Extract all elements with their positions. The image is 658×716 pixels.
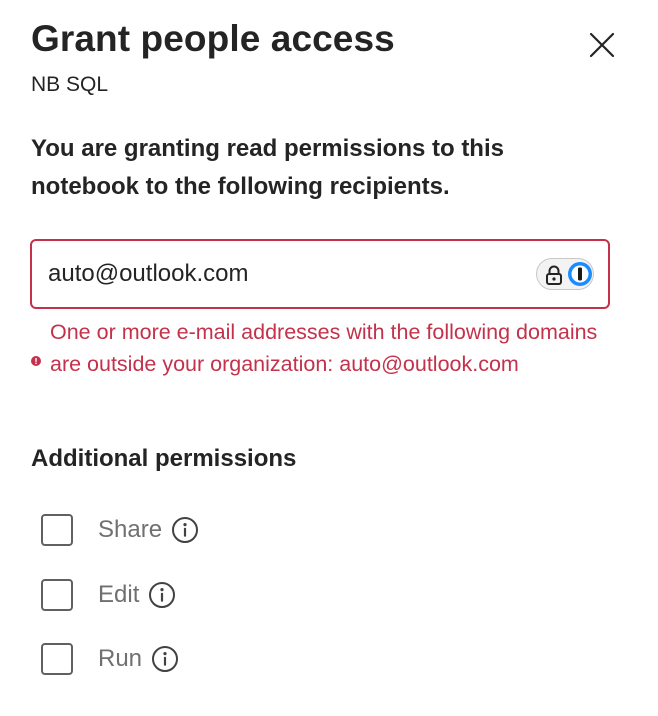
info-icon[interactable] (171, 516, 199, 544)
password-manager-button[interactable] (536, 258, 594, 290)
permission-edit[interactable]: Edit (41, 578, 176, 612)
panel-title: Grant people access (31, 18, 395, 59)
info-icon[interactable] (148, 581, 176, 609)
info-icon[interactable] (151, 645, 179, 673)
recipients-field[interactable] (30, 239, 610, 309)
edit-label: Edit (98, 581, 140, 608)
close-button[interactable] (582, 25, 622, 65)
error-dot-icon (31, 356, 41, 366)
1password-icon (568, 262, 592, 286)
recipients-input[interactable] (48, 255, 518, 293)
lock-icon (546, 265, 562, 285)
permission-share[interactable]: Share (41, 513, 199, 547)
error-message: One or more e-mail addresses with the fo… (50, 320, 598, 376)
panel-subtitle: NB SQL (31, 73, 109, 96)
intro-text: You are granting read permissions to thi… (31, 135, 504, 200)
close-icon (589, 32, 615, 58)
grant-access-panel: Grant people access NB SQL You are grant… (0, 0, 658, 716)
run-label: Run (98, 645, 143, 672)
additional-permissions-title: Additional permissions (31, 445, 297, 472)
share-label: Share (98, 516, 163, 543)
edit-checkbox[interactable] (41, 579, 73, 611)
run-checkbox[interactable] (41, 643, 73, 675)
permission-run[interactable]: Run (41, 642, 179, 676)
share-checkbox[interactable] (41, 514, 73, 546)
